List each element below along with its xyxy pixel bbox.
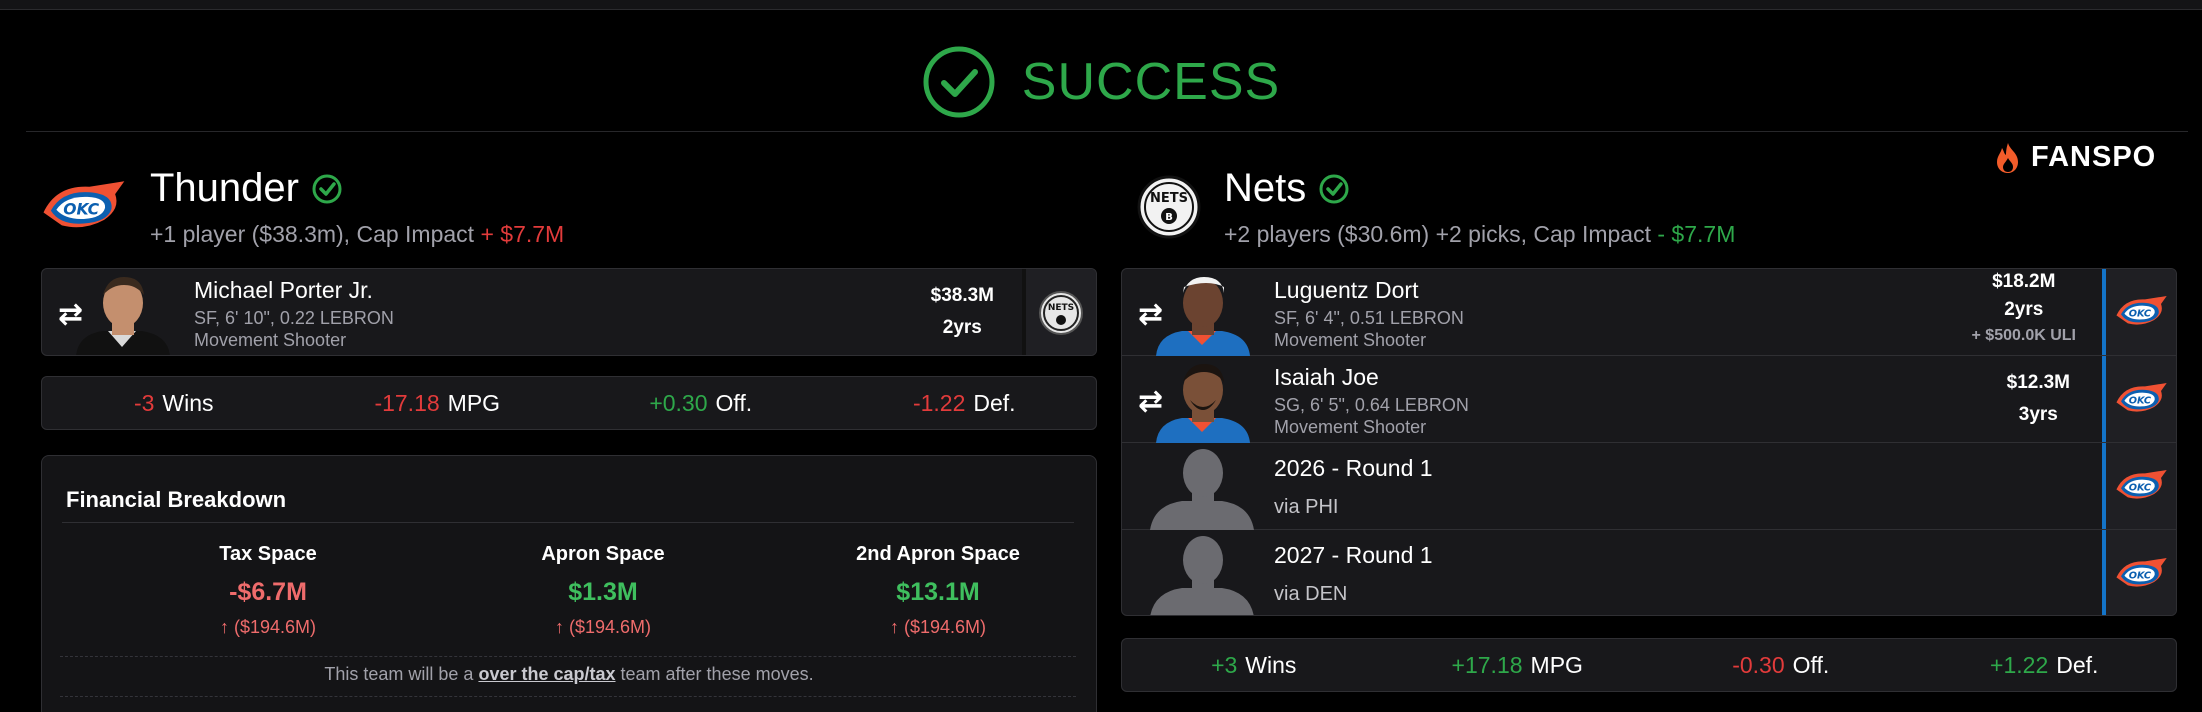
svg-text:OKC: OKC [2129,483,2152,494]
svg-text:NETS: NETS [1048,303,1074,313]
team-header-thunder: OKC Thunder +1 player ($38.3m), Cap Impa… [38,162,564,252]
success-label: SUCCESS [1021,53,1281,111]
stat-off: -0.30 Off. [1732,651,1830,678]
divider [62,522,1074,523]
player-years: 2yrs [942,317,982,338]
cap-impact: + $7.7M [480,221,565,247]
player-salary: $18.2M [1992,271,2056,292]
player-row[interactable]: ⇄ Michael Porter Jr. SF, 6' 10", 0.22 LE… [42,269,1096,355]
player-salary: $38.3M [930,285,994,306]
player-contract: $38.3M 2yrs [931,285,994,339]
brooklyn-nets-logo: NETS B [1124,162,1214,252]
destination-team: OKC [2102,443,2176,529]
destination-team: NETS [1022,269,1096,355]
team-summary: +1 player ($38.3m), Cap Impact + $7.7M [150,221,565,247]
player-row[interactable]: ⇄ Luguentz Dort SF, 6' 4", 0.51 LEBRON M… [1122,269,2176,356]
player-role: Movement Shooter [1274,417,1427,437]
draft-pick-row[interactable]: 2026 - Round 1 via PHI OKC [1122,443,2176,530]
impact-stats-nets: +3 Wins +17.18 MPG -0.30 Off. +1.22 Def. [1121,638,2177,692]
success-banner: SUCCESS [0,42,2202,122]
outgoing-player-card: ⇄ Michael Porter Jr. SF, 6' 10", 0.22 LE… [41,268,1097,356]
pick-via: via PHI [1274,496,1339,518]
brooklyn-nets-logo: NETS [1039,291,1083,335]
stat-wins: +3 Wins [1211,651,1297,678]
arrow-up-icon: ↑ [219,617,229,637]
svg-text:OKC: OKC [2129,570,2152,581]
svg-text:B: B [1165,212,1173,223]
player-meta: SF, 6' 4", 0.51 LEBRON [1274,308,1464,328]
arrow-up-icon: ↑ [889,617,899,637]
player-meta: SG, 6' 5", 0.64 LEBRON [1274,395,1469,415]
tax-space: Tax Space -$6.7M ↑ ($194.6M) [219,543,317,637]
apron-space: Apron Space $1.3M ↑ ($194.6M) [541,543,665,637]
player-meta: SF, 6' 10", 0.22 LEBRON [194,308,394,328]
svg-text:NETS: NETS [1150,191,1188,206]
financial-title: Financial Breakdown [66,487,287,512]
stat-mpg: +17.18 MPG [1451,651,1583,678]
divider [60,656,1076,657]
team-name: Nets [1224,166,1307,210]
divider [60,696,1076,697]
cap-status-link[interactable]: over the cap/tax [478,664,615,684]
player-years: 3yrs [2018,404,2058,425]
top-bar [0,0,2202,10]
svg-text:OKC: OKC [63,200,99,218]
verified-check-icon [312,174,342,203]
second-apron-space: 2nd Apron Space $13.1M ↑ ($194.6M) [856,543,1020,637]
stat-def: +1.22 Def. [1990,651,2099,678]
brand-name: FANSPO [2031,141,2157,173]
stat-off: +0.30 Off. [649,389,753,416]
destination-team: OKC [2102,530,2176,615]
financial-breakdown: Financial Breakdown Tax Space -$6.7M ↑ (… [41,455,1097,712]
svg-text:OKC: OKC [2129,396,2152,407]
player-name: Isaiah Joe [1274,364,1379,390]
impact-stats-thunder: -3 Wins -17.18 MPG +0.30 Off. -1.22 Def. [41,376,1097,430]
destination-team: OKC [2102,356,2176,442]
verified-check-icon [1319,174,1349,203]
cap-status-note: This team will be a over the cap/tax tea… [324,664,814,684]
pick-name: 2026 - Round 1 [1274,455,1433,481]
fanspo-brand[interactable]: FANSPO [1993,141,2156,174]
player-row[interactable]: ⇄ Isaiah Joe SG, 6' 5", 0.64 LEBRON Move… [1122,356,2176,443]
incoming-assets-card: ⇄ Luguentz Dort SF, 6' 4", 0.51 LEBRON M… [1121,268,2177,616]
player-contract: $12.3M 3yrs [2007,372,2070,426]
okc-thunder-logo: OKC [2116,557,2167,587]
player-photo [76,277,170,355]
player-contract: $18.2M 2yrs + $500.0K ULI [1972,271,2077,345]
player-salary: $12.3M [2006,372,2070,393]
pick-via: via DEN [1274,583,1348,605]
placeholder-avatar-icon [1150,536,1254,615]
player-name: Luguentz Dort [1274,277,1419,303]
svg-text:OKC: OKC [2129,309,2152,320]
player-role: Movement Shooter [194,330,347,350]
stat-def: -1.22 Def. [912,389,1016,416]
check-circle-icon [923,46,995,118]
okc-thunder-logo: OKC [2116,470,2167,499]
okc-thunder-logo: OKC [38,162,128,252]
stat-wins: -3 Wins [133,389,214,416]
player-name: Michael Porter Jr. [194,277,373,303]
pick-name: 2027 - Round 1 [1274,542,1433,568]
player-role: Movement Shooter [1274,330,1427,350]
placeholder-avatar-icon [1150,449,1254,530]
arrow-up-icon: ↑ [554,617,564,637]
player-incentive: + $500.0K ULI [1971,327,2077,344]
player-photo [1156,364,1250,443]
okc-thunder-logo: OKC [2116,383,2167,412]
draft-pick-row[interactable]: 2027 - Round 1 via DEN OKC [1122,530,2176,615]
player-photo [1156,277,1250,356]
flame-icon [1997,142,2018,173]
team-header-nets: NETS B Nets +2 players ($30.6m) +2 picks… [1124,162,1735,252]
destination-team: OKC [2102,269,2176,355]
cap-impact: - $7.7M [1657,221,1736,247]
team-summary: +2 players ($30.6m) +2 picks, Cap Impact… [1224,221,1736,247]
stat-mpg: -17.18 MPG [374,389,501,416]
team-name: Thunder [150,166,299,210]
okc-thunder-logo: OKC [2116,296,2167,325]
player-years: 2yrs [2004,299,2044,320]
divider [26,131,2188,132]
